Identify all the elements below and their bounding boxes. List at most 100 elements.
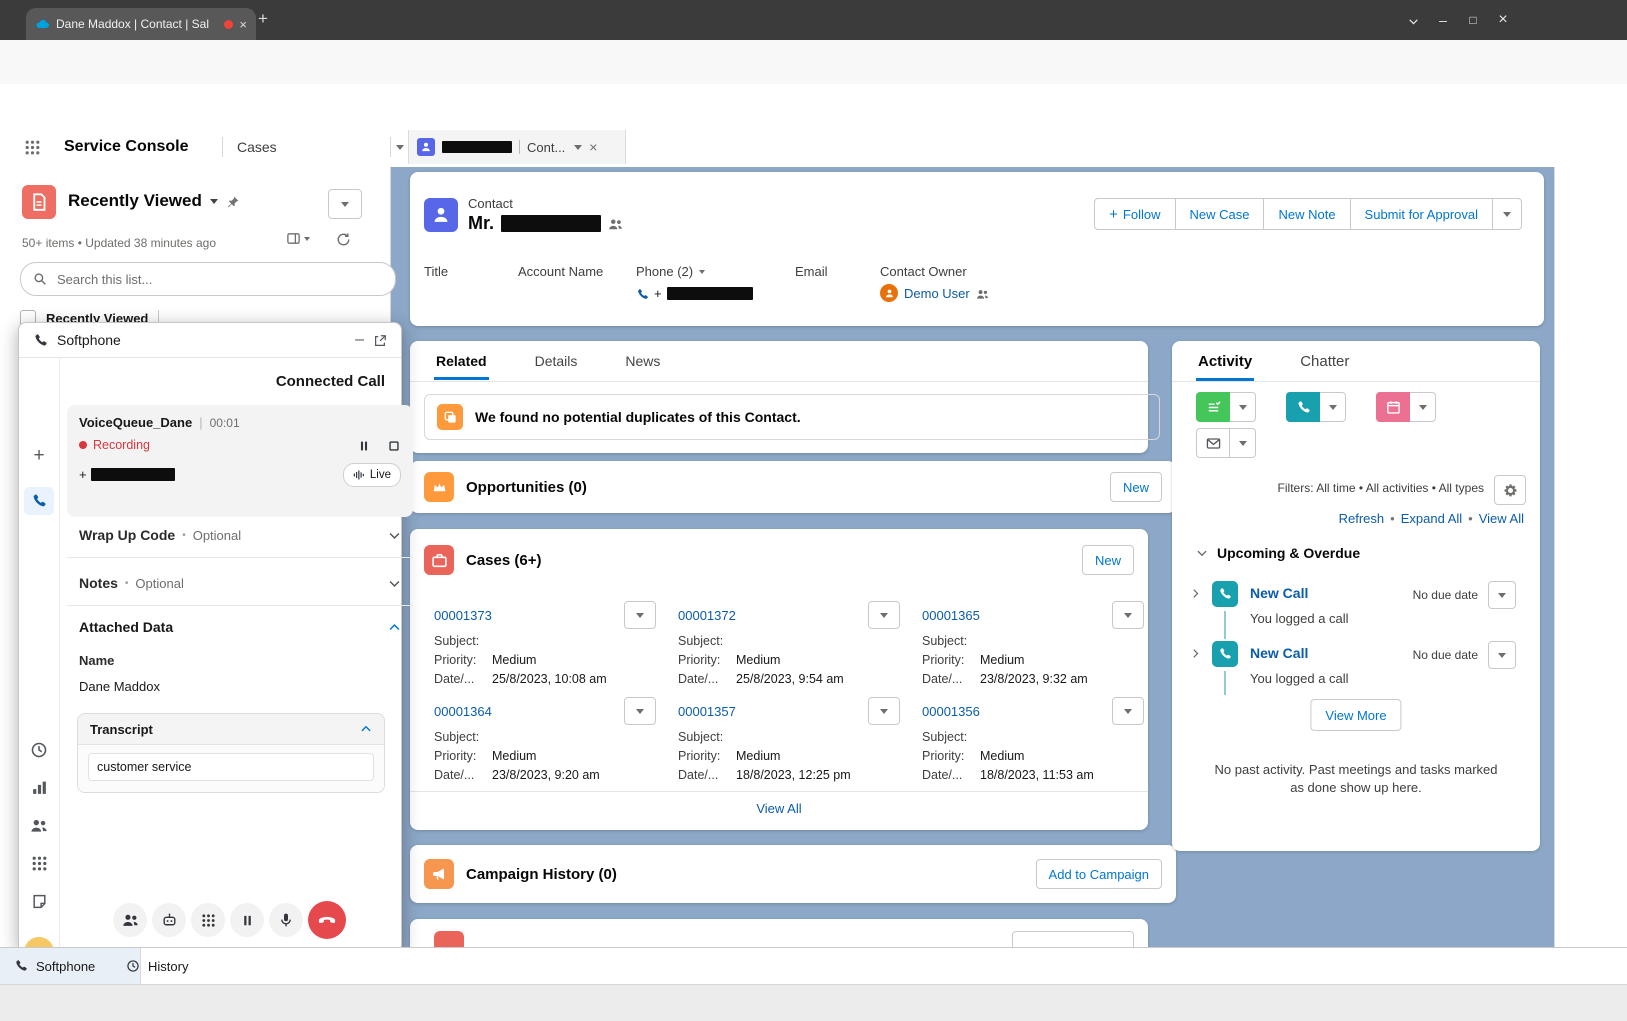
window-close-button[interactable]: × [1488, 11, 1518, 29]
log-call-dropdown[interactable] [1320, 392, 1346, 422]
new-event-dropdown[interactable] [1410, 392, 1436, 422]
email-dropdown[interactable] [1230, 428, 1256, 458]
nav-tab-cases[interactable]: Cases [223, 130, 418, 164]
owner-link[interactable]: Demo User [904, 286, 970, 301]
view-all-link[interactable]: View All [1479, 511, 1524, 526]
new-event-button[interactable] [1376, 392, 1410, 422]
case-number-link[interactable]: 00001373 [434, 608, 492, 623]
transcript-header[interactable]: Transcript [78, 714, 384, 745]
expand-all-link[interactable]: Expand All [1401, 511, 1462, 526]
chevron-down-icon[interactable] [396, 145, 404, 150]
tab-close-icon[interactable]: × [239, 17, 247, 32]
tab-close-icon[interactable]: × [589, 139, 597, 155]
chevron-down-icon[interactable] [210, 199, 218, 204]
case-number-link[interactable]: 00001357 [678, 704, 736, 719]
dialpad-button[interactable] [191, 903, 225, 937]
view-more-button[interactable]: View More [1310, 699, 1401, 731]
case-number-link[interactable]: 00001356 [922, 704, 980, 719]
tab-chatter[interactable]: Chatter [1298, 342, 1351, 381]
agent-assist-button[interactable] [152, 903, 186, 937]
list-search[interactable] [20, 262, 396, 296]
new-case-button[interactable]: New [1082, 545, 1134, 575]
wrap-up-code-section[interactable]: Wrap Up Code • Optional [67, 513, 413, 558]
window-profile-chevron-icon[interactable] [1398, 12, 1428, 28]
new-note-button[interactable]: New Note [1264, 198, 1350, 230]
mute-button[interactable] [269, 903, 303, 937]
tab-activity[interactable]: Activity [1196, 342, 1254, 381]
refresh-link[interactable]: Refresh [1339, 511, 1385, 526]
transcript-text-field[interactable]: customer service [88, 753, 374, 781]
activity-item-title-link[interactable]: New Call [1250, 585, 1308, 601]
case-row-actions-button[interactable] [1112, 697, 1144, 725]
activity-item-actions-button[interactable] [1488, 641, 1516, 669]
browser-tab[interactable]: Dane Maddox | Contact | Sal × [26, 8, 256, 40]
case-row-actions-button[interactable] [868, 697, 900, 725]
follow-button[interactable]: +Follow [1094, 198, 1175, 230]
live-transcription-badge[interactable]: Live [343, 463, 401, 487]
window-maximize-button[interactable]: □ [1458, 13, 1488, 27]
case-row-actions-button[interactable] [624, 601, 656, 629]
add-icon[interactable]: + [19, 445, 59, 467]
activity-item-actions-button[interactable] [1488, 581, 1516, 609]
minimize-icon[interactable]: – [355, 331, 364, 349]
contacts-icon[interactable] [19, 817, 59, 835]
tab-related[interactable]: Related [434, 342, 489, 380]
list-actions-button[interactable] [328, 189, 362, 219]
activity-settings-button[interactable] [1494, 475, 1526, 505]
notes-icon[interactable] [19, 893, 59, 910]
new-task-button[interactable] [1196, 392, 1230, 422]
new-task-dropdown[interactable] [1230, 392, 1256, 422]
end-call-button[interactable] [308, 901, 346, 939]
add-to-campaign-button[interactable]: Add to Campaign [1036, 859, 1162, 889]
cases-title-link[interactable]: Cases (6+) [466, 552, 541, 569]
history-icon[interactable] [19, 741, 59, 759]
activity-item-title-link[interactable]: New Call [1250, 645, 1308, 661]
utility-item-history[interactable]: History [112, 948, 240, 984]
email-button[interactable] [1196, 428, 1230, 458]
case-row-actions-button[interactable] [1112, 601, 1144, 629]
upcoming-overdue-section[interactable]: Upcoming & Overdue [1196, 545, 1360, 561]
display-as-icon[interactable] [286, 231, 310, 246]
change-owner-icon[interactable] [976, 285, 989, 300]
partial-entity-icon [434, 931, 464, 947]
new-opportunity-button[interactable]: New [1110, 472, 1162, 502]
case-number-link[interactable]: 00001372 [678, 608, 736, 623]
expand-chevron-icon[interactable] [1190, 588, 1201, 599]
notes-section[interactable]: Notes • Optional [67, 561, 413, 606]
case-number-link[interactable]: 00001364 [434, 704, 492, 719]
partial-button[interactable] [1012, 931, 1134, 947]
more-actions-button[interactable] [1493, 198, 1522, 230]
pause-recording-icon[interactable] [357, 437, 371, 453]
popout-icon[interactable] [373, 332, 387, 348]
log-call-button[interactable] [1286, 392, 1320, 422]
metrics-chart-icon[interactable] [19, 779, 59, 796]
new-case-button[interactable]: New Case [1176, 198, 1265, 230]
case-row-actions-button[interactable] [624, 697, 656, 725]
app-launcher-waffle-icon[interactable] [24, 139, 41, 156]
expand-chevron-icon[interactable] [1190, 648, 1201, 659]
pin-icon[interactable] [226, 193, 240, 209]
submit-for-approval-button[interactable]: Submit for Approval [1351, 198, 1493, 230]
chevron-down-icon [388, 529, 401, 542]
window-minimize-button[interactable]: – [1428, 12, 1458, 28]
hierarchy-icon[interactable] [608, 215, 623, 231]
workspace-tab-contact[interactable]: Cont... × [408, 130, 626, 164]
chevron-down-icon[interactable] [699, 270, 705, 274]
tab-details[interactable]: Details [533, 342, 580, 380]
apps-grid-icon[interactable] [19, 855, 59, 872]
case-number-link[interactable]: 00001365 [922, 608, 980, 623]
case-row-actions-button[interactable] [868, 601, 900, 629]
new-tab-button[interactable]: + [258, 9, 268, 29]
attached-data-section[interactable]: Attached Data [67, 609, 413, 645]
hold-button[interactable] [230, 903, 264, 937]
active-call-icon[interactable] [19, 487, 59, 515]
refresh-icon[interactable] [336, 231, 351, 247]
chevron-down-icon[interactable] [574, 145, 582, 150]
tab-news[interactable]: News [623, 342, 662, 380]
campaign-history-title-link[interactable]: Campaign History (0) [466, 866, 617, 883]
cases-view-all-link[interactable]: View All [410, 801, 1148, 816]
stop-recording-icon[interactable] [387, 437, 401, 453]
opportunities-title-link[interactable]: Opportunities (0) [466, 479, 587, 496]
add-participant-button[interactable] [113, 903, 147, 937]
list-search-input[interactable] [55, 271, 383, 288]
